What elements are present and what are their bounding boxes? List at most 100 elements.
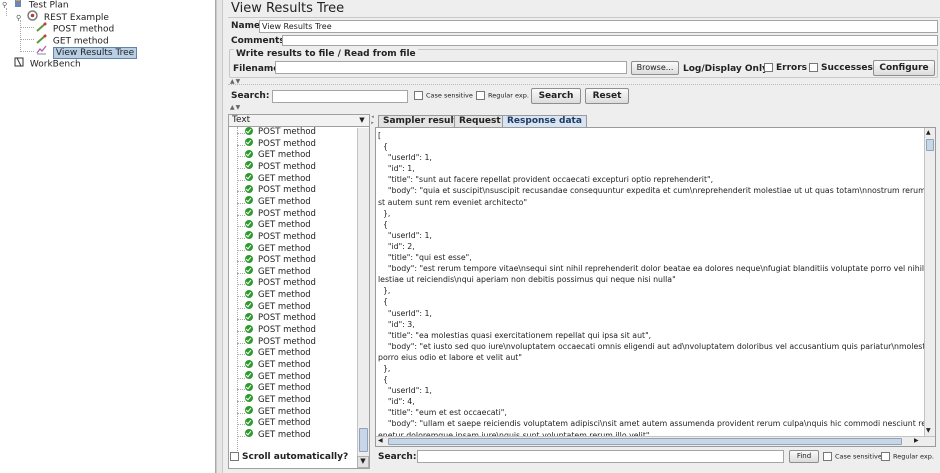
name-field[interactable]: View Results Tree bbox=[259, 20, 938, 33]
list-item[interactable]: GET method bbox=[229, 266, 357, 279]
list-item[interactable]: GET method bbox=[229, 394, 357, 407]
list-item[interactable]: GET method bbox=[229, 149, 357, 162]
case-sensitive-box[interactable] bbox=[823, 452, 832, 461]
successes-checkbox-box[interactable] bbox=[809, 63, 818, 72]
list-item-label: GET method bbox=[258, 173, 311, 184]
regexp-box[interactable] bbox=[476, 91, 485, 100]
tree-node-workbench[interactable]: WorkBench bbox=[14, 57, 81, 70]
success-check-icon bbox=[245, 359, 253, 368]
success-check-icon bbox=[245, 394, 253, 403]
response-search-label: Search: bbox=[378, 452, 417, 462]
tree-node-test-plan[interactable]: ⚲ Test Plan bbox=[2, 0, 69, 11]
list-item-label: GET method bbox=[258, 418, 311, 429]
scroll-down-icon[interactable]: ▼ bbox=[926, 427, 931, 434]
scrollbar-thumb[interactable] bbox=[926, 139, 934, 151]
errors-checkbox-box[interactable] bbox=[764, 63, 773, 72]
tab-sampler-result[interactable]: Sampler result bbox=[378, 115, 463, 127]
list-item[interactable]: POST method bbox=[229, 138, 357, 151]
tree-node-rest-example[interactable]: ⚲ REST Example bbox=[16, 10, 109, 24]
list-item[interactable]: POST method bbox=[229, 161, 357, 174]
scroll-up-icon[interactable]: ▲ bbox=[926, 129, 931, 136]
response-line: "body": "est rerum tempore vitae\nsequi … bbox=[378, 264, 926, 274]
response-line: }, bbox=[378, 286, 391, 296]
list-item[interactable]: GET method bbox=[229, 219, 357, 232]
tab-request[interactable]: Request bbox=[454, 115, 506, 127]
tree-node-view-results-tree[interactable]: View Results Tree bbox=[36, 45, 138, 59]
scroll-right-icon[interactable]: ▶ bbox=[914, 437, 919, 444]
response-line: lestiae ut reiciendis\nqui aperiam non d… bbox=[378, 275, 676, 285]
results-list[interactable]: Text ▼ POST method POST method GET method P… bbox=[228, 114, 370, 469]
collapse-arrows-icon[interactable]: ▲▼ bbox=[230, 104, 241, 111]
list-item[interactable]: GET method bbox=[229, 429, 357, 442]
list-item[interactable]: GET method bbox=[229, 359, 357, 372]
column-header-label: Text bbox=[232, 115, 251, 125]
list-item-label: POST method bbox=[258, 138, 316, 149]
scroll-auto-checkbox[interactable]: Scroll automatically? bbox=[230, 452, 348, 462]
name-row: Name: View Results Tree bbox=[228, 20, 940, 34]
list-item[interactable]: POST method bbox=[229, 254, 357, 267]
case-sensitive-box[interactable] bbox=[414, 91, 423, 100]
search-input[interactable] bbox=[272, 90, 408, 103]
list-item[interactable]: POST method bbox=[229, 126, 357, 139]
search-button[interactable]: Search bbox=[531, 88, 581, 104]
response-data-panel[interactable]: [ { "userId": 1, "id": 1, "title": "sunt… bbox=[375, 127, 936, 447]
expand-toggle-icon[interactable]: ⚲ bbox=[2, 0, 7, 11]
test-plan-tree[interactable]: ⚲ Test Plan ⚲ REST Example POST method G… bbox=[0, 0, 216, 473]
list-item[interactable]: POST method bbox=[229, 336, 357, 349]
results-scrollbar[interactable] bbox=[357, 128, 369, 456]
list-item-label: GET method bbox=[258, 150, 311, 161]
browse-button[interactable]: Browse... bbox=[631, 61, 679, 75]
response-case-sensitive-checkbox[interactable]: Case sensitive bbox=[823, 452, 882, 461]
list-item[interactable]: POST method bbox=[229, 231, 357, 244]
comments-field[interactable] bbox=[282, 35, 938, 46]
list-item[interactable]: POST method bbox=[229, 312, 357, 325]
tab-response-data[interactable]: Response data bbox=[502, 115, 587, 127]
regexp-box[interactable] bbox=[881, 452, 890, 461]
reset-button[interactable]: Reset bbox=[585, 88, 629, 104]
list-item[interactable]: GET method bbox=[229, 301, 357, 314]
list-item[interactable]: GET method bbox=[229, 196, 357, 209]
comments-label: Comments: bbox=[231, 36, 289, 46]
success-check-icon bbox=[245, 149, 253, 158]
results-column-header[interactable]: Text ▼ bbox=[229, 115, 369, 127]
chevron-down-icon[interactable]: ▼ bbox=[357, 116, 367, 125]
list-item-label: POST method bbox=[258, 208, 316, 219]
expand-toggle-icon[interactable]: ⚲ bbox=[16, 12, 21, 24]
scrollbar-thumb[interactable] bbox=[359, 428, 368, 452]
regexp-checkbox[interactable]: Regular exp. bbox=[476, 91, 529, 100]
list-item[interactable]: GET method bbox=[229, 417, 357, 430]
success-check-icon bbox=[245, 312, 253, 321]
list-item[interactable]: GET method bbox=[229, 347, 357, 360]
list-item[interactable]: GET method bbox=[229, 243, 357, 256]
list-item[interactable]: POST method bbox=[229, 324, 357, 337]
successes-checkbox[interactable]: Successes bbox=[809, 63, 873, 73]
list-item[interactable]: GET method bbox=[229, 289, 357, 302]
list-item[interactable]: POST method bbox=[229, 208, 357, 221]
scroll-auto-box[interactable] bbox=[230, 452, 239, 461]
list-item[interactable]: POST method bbox=[229, 184, 357, 197]
configure-button[interactable]: Configure bbox=[873, 60, 935, 76]
log-display-label: Log/Display Only: bbox=[683, 64, 772, 74]
list-item-label: GET method bbox=[258, 266, 311, 277]
case-sensitive-checkbox[interactable]: Case sensitive bbox=[414, 91, 473, 100]
scroll-left-icon[interactable]: ◀ bbox=[378, 437, 383, 444]
panel-splitter[interactable] bbox=[216, 0, 223, 473]
errors-checkbox[interactable]: Errors bbox=[764, 63, 807, 73]
response-regexp-checkbox[interactable]: Regular exp. bbox=[881, 452, 934, 461]
response-hscrollbar[interactable]: ◀ ▶ bbox=[376, 436, 935, 446]
scroll-down-icon[interactable]: ▼ bbox=[357, 456, 369, 468]
response-vscrollbar[interactable]: ▲ ▼ bbox=[924, 128, 935, 436]
response-line: }, bbox=[378, 363, 391, 373]
response-search-input[interactable] bbox=[417, 450, 784, 463]
find-button[interactable]: Find bbox=[789, 450, 819, 463]
list-item[interactable]: POST method bbox=[229, 277, 357, 290]
list-item[interactable]: GET method bbox=[229, 382, 357, 395]
filename-input[interactable] bbox=[275, 61, 627, 74]
list-item-label: GET method bbox=[258, 196, 311, 207]
tree-node-post-method[interactable]: POST method bbox=[36, 22, 114, 35]
response-text[interactable]: [ { "userId": 1, "id": 1, "title": "sunt… bbox=[378, 130, 926, 446]
list-item[interactable]: GET method bbox=[229, 406, 357, 419]
scrollbar-thumb[interactable] bbox=[388, 438, 902, 445]
list-item[interactable]: GET method bbox=[229, 173, 357, 186]
list-item[interactable]: GET method bbox=[229, 371, 357, 384]
